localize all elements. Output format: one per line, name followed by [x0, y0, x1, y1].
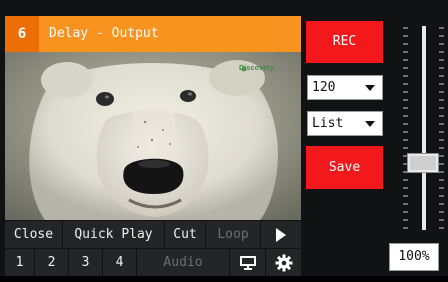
monitor-icon — [239, 256, 256, 270]
mode-value: List — [312, 116, 344, 131]
cue-2-button[interactable]: 2 — [35, 249, 69, 276]
output-number: 6 — [5, 16, 39, 52]
cue-1-button[interactable]: 1 — [5, 249, 35, 276]
slider-track[interactable] — [422, 26, 426, 230]
gear-icon — [275, 254, 292, 272]
polar-bear-image — [5, 52, 301, 220]
audio-button[interactable]: Audio — [137, 249, 230, 276]
cue-4-button[interactable]: 4 — [103, 249, 137, 276]
output-title-bar: 6 Delay - Output — [5, 16, 301, 52]
slider-ticks — [403, 27, 444, 229]
rec-button[interactable]: REC — [306, 21, 383, 63]
output-title: Delay - Output — [49, 26, 159, 41]
playout-app: 6 Delay - Output Discovery Close Quick P… — [0, 0, 448, 276]
duration-select[interactable]: 120 — [307, 75, 383, 100]
transport-controls: Close Quick Play Cut Loop — [5, 221, 301, 248]
volume-slider[interactable] — [393, 18, 445, 236]
slider-thumb[interactable] — [407, 153, 439, 173]
volume-percent: 100% — [389, 243, 439, 271]
quick-play-button[interactable]: Quick Play — [63, 221, 165, 248]
cue-controls: 1 2 3 4 Audio — [5, 249, 301, 276]
cue-3-button[interactable]: 3 — [69, 249, 103, 276]
cut-button[interactable]: Cut — [165, 221, 206, 248]
play-icon — [276, 228, 286, 242]
settings-button[interactable] — [266, 249, 301, 276]
duration-value: 120 — [312, 80, 336, 95]
loop-button[interactable]: Loop — [206, 221, 261, 248]
chevron-down-icon — [365, 121, 375, 127]
video-preview[interactable]: Discovery — [5, 52, 301, 220]
chevron-down-icon — [365, 85, 375, 91]
monitor-button[interactable] — [230, 249, 266, 276]
close-button[interactable]: Close — [5, 221, 63, 248]
mode-select[interactable]: List — [307, 111, 383, 136]
channel-watermark: Discovery — [239, 65, 275, 72]
save-button[interactable]: Save — [306, 146, 383, 189]
play-button[interactable] — [261, 221, 301, 248]
